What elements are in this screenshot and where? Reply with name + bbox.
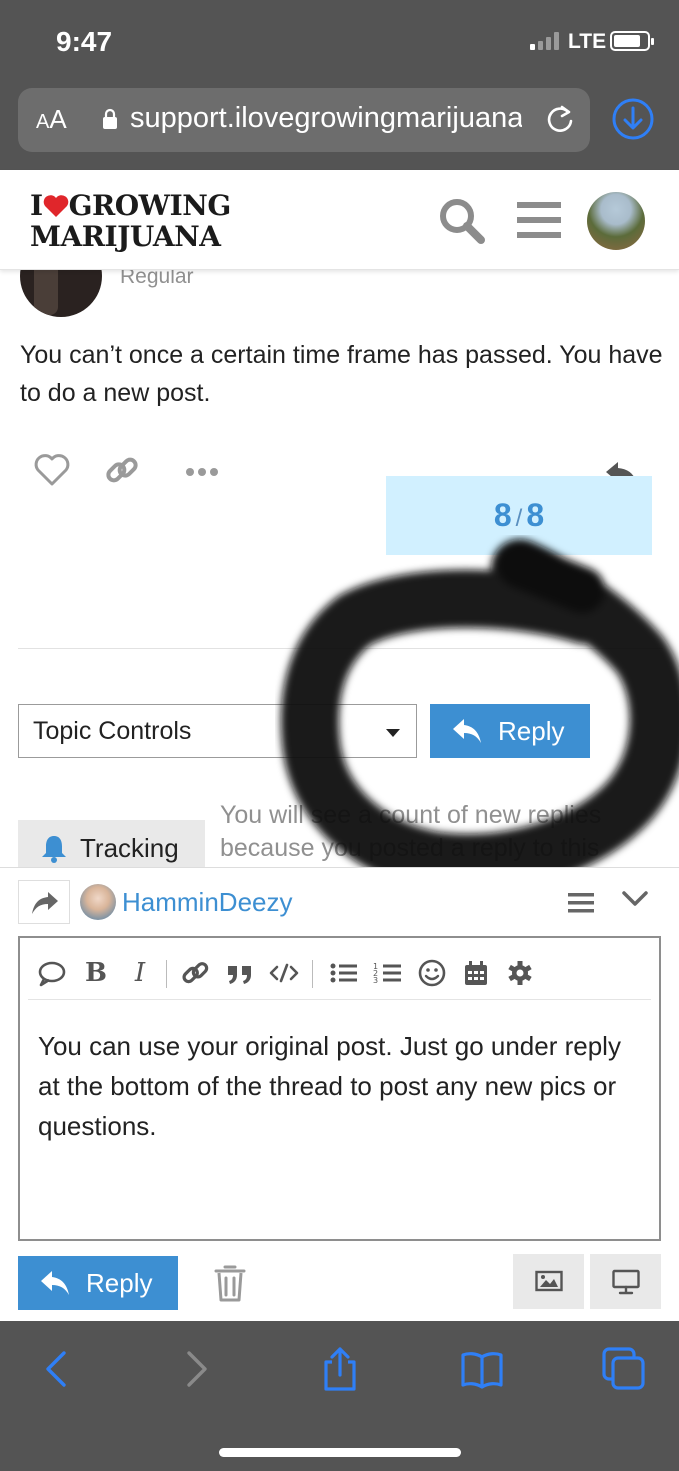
address-bar[interactable]: AA support.ilovegrowingmarijuana.com bbox=[18, 88, 590, 152]
reply-composer: HamminDeezy B I 1 2 3 You can use your o… bbox=[0, 867, 679, 1322]
home-indicator bbox=[219, 1448, 461, 1457]
chevron-down-icon[interactable] bbox=[622, 890, 648, 908]
url-text[interactable]: support.ilovegrowingmarijuana.com bbox=[130, 102, 522, 135]
reply-icon bbox=[41, 1271, 69, 1295]
tracking-description: You will see a count of new replies beca… bbox=[220, 801, 602, 862]
share-icon[interactable] bbox=[318, 1347, 362, 1391]
calendar-icon[interactable] bbox=[460, 958, 492, 988]
code-icon[interactable] bbox=[268, 958, 300, 988]
forward-icon[interactable] bbox=[175, 1347, 219, 1391]
bullet-list-icon[interactable] bbox=[328, 958, 360, 988]
composer-options-icon[interactable] bbox=[568, 892, 594, 914]
dropdown-caret-icon bbox=[386, 729, 400, 737]
search-icon[interactable] bbox=[437, 196, 487, 246]
hamburger-menu-icon[interactable] bbox=[517, 200, 561, 240]
emoji-icon[interactable] bbox=[416, 958, 448, 988]
composer-username[interactable]: HamminDeezy bbox=[122, 887, 293, 918]
link-icon[interactable] bbox=[180, 958, 212, 988]
more-options-icon[interactable] bbox=[182, 450, 222, 490]
divider bbox=[18, 648, 663, 649]
reply-icon bbox=[453, 719, 481, 743]
post-body: You can’t once a certain time frame has … bbox=[20, 341, 663, 407]
user-avatar[interactable] bbox=[587, 192, 645, 250]
site-logo[interactable]: I GROWING MARIJUANA bbox=[30, 190, 231, 252]
bookmarks-icon[interactable] bbox=[460, 1347, 504, 1391]
status-time: 9:47 bbox=[56, 26, 113, 57]
quote-bubble-icon[interactable] bbox=[36, 958, 68, 988]
network-label: LTE bbox=[568, 30, 607, 53]
toggle-preview-button[interactable] bbox=[590, 1254, 661, 1309]
signal-icon bbox=[530, 32, 564, 50]
heart-logo-icon bbox=[43, 195, 68, 217]
browser-bottom-bar bbox=[0, 1321, 679, 1471]
link-icon[interactable] bbox=[102, 450, 142, 490]
bell-icon bbox=[42, 836, 66, 863]
upload-image-button[interactable] bbox=[513, 1254, 584, 1309]
trash-icon[interactable] bbox=[212, 1263, 248, 1303]
blockquote-icon[interactable] bbox=[224, 958, 256, 988]
italic-icon[interactable]: I bbox=[124, 958, 156, 988]
bold-icon[interactable]: B bbox=[80, 958, 112, 988]
battery-icon bbox=[610, 31, 654, 51]
reply-target-button[interactable] bbox=[18, 880, 70, 924]
browser-top-bar: 9:47 LTE AA support.ilovegrowingmarijuan… bbox=[0, 0, 679, 170]
download-icon[interactable] bbox=[611, 97, 655, 141]
site-header: I GROWING MARIJUANA bbox=[0, 170, 679, 270]
submit-reply-button[interactable]: Reply bbox=[18, 1256, 178, 1310]
back-icon[interactable] bbox=[34, 1347, 78, 1391]
svg-text:3: 3 bbox=[373, 976, 378, 985]
reload-icon[interactable] bbox=[544, 103, 576, 135]
composer-draft-text[interactable]: You can use your original post. Just go … bbox=[38, 1026, 638, 1146]
numbered-list-icon[interactable]: 1 2 3 bbox=[372, 958, 404, 988]
composer-user-avatar bbox=[80, 884, 116, 920]
editor-toolbar: B I 1 2 3 bbox=[28, 952, 651, 1000]
share-arrow-icon bbox=[32, 892, 58, 914]
gear-icon[interactable] bbox=[504, 958, 536, 988]
topic-progress[interactable]: 8/8 bbox=[386, 476, 652, 555]
text-size-button[interactable]: AA bbox=[36, 104, 67, 135]
lock-icon bbox=[103, 108, 117, 129]
tabs-icon[interactable] bbox=[602, 1347, 646, 1391]
topic-reply-button[interactable]: Reply bbox=[430, 704, 590, 758]
composer-editor[interactable]: B I 1 2 3 You can use your original post… bbox=[18, 936, 661, 1241]
topic-controls-select[interactable]: Topic Controls bbox=[18, 704, 417, 758]
like-heart-icon[interactable] bbox=[32, 450, 72, 490]
desktop-preview-icon bbox=[612, 1269, 640, 1295]
image-icon bbox=[535, 1270, 563, 1292]
